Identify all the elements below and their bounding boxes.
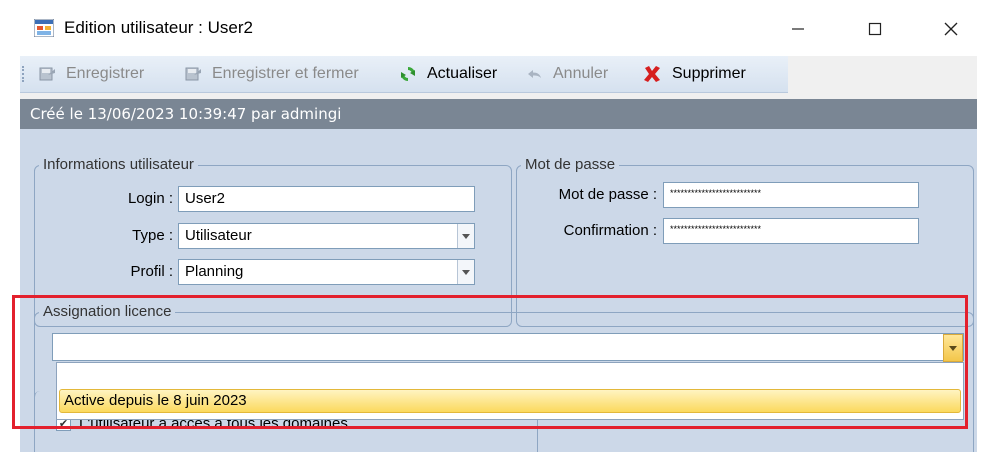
confirmation-label: Confirmation :: [563, 222, 657, 239]
login-field[interactable]: User2: [178, 186, 475, 212]
maximize-icon: [868, 22, 882, 36]
minimize-button[interactable]: [775, 14, 821, 44]
refresh-icon: [401, 67, 415, 81]
refresh-button[interactable]: Actualiser: [399, 56, 497, 92]
chevron-down-icon: [462, 233, 470, 239]
type-select[interactable]: Utilisateur: [178, 223, 475, 249]
refresh-label: Actualiser: [427, 65, 498, 82]
close-icon: [944, 22, 958, 36]
save-icon: [39, 67, 55, 81]
cancel-label: Annuler: [553, 65, 609, 82]
profil-select[interactable]: Planning: [178, 259, 475, 285]
save-button[interactable]: Enregistrer: [38, 56, 144, 92]
save-label: Enregistrer: [66, 65, 145, 82]
license-select[interactable]: [52, 333, 964, 362]
window-title: Edition utilisateur : User2: [64, 18, 253, 37]
confirmation-field[interactable]: **************************: [663, 218, 919, 244]
created-info-bar: Créé le 13/06/2023 10:39:47 par admingi: [20, 99, 977, 129]
save-close-icon: [185, 67, 201, 81]
password-field[interactable]: **************************: [663, 182, 919, 208]
save-and-close-label: Enregistrer et fermer: [212, 65, 359, 82]
app-window-icon: [34, 19, 54, 37]
license-dropdown-button[interactable]: [943, 334, 963, 362]
license-legend: Assignation licence: [39, 303, 176, 320]
maximize-button[interactable]: [852, 14, 898, 44]
type-dropdown-button[interactable]: [457, 224, 474, 248]
close-button[interactable]: [928, 14, 974, 44]
profil-dropdown-button[interactable]: [457, 260, 474, 284]
edit-user-window: Edition utilisateur : User2 Enregistrer: [20, 0, 977, 452]
cancel-button[interactable]: Annuler: [525, 56, 608, 92]
toolbar-grip[interactable]: [22, 66, 27, 82]
license-option[interactable]: Active depuis le 8 juin 2023: [59, 389, 961, 413]
delete-icon: [644, 66, 660, 82]
toolbar: Enregistrer Enregistrer et fermer Actual…: [20, 56, 788, 93]
type-select-value: Utilisateur: [185, 227, 252, 244]
password-label: Mot de passe :: [558, 186, 657, 203]
license-dropdown-list: Active depuis le 8 juin 2023: [56, 362, 964, 420]
password-legend: Mot de passe: [521, 156, 620, 173]
login-label: Login :: [127, 190, 173, 207]
chevron-down-icon: [949, 345, 957, 351]
delete-button[interactable]: Supprimer: [642, 56, 746, 92]
minimize-icon: [792, 28, 804, 30]
type-label: Type :: [132, 227, 173, 244]
delete-label: Supprimer: [672, 65, 746, 82]
profil-label: Profil :: [130, 263, 173, 280]
chevron-down-icon: [462, 269, 470, 275]
undo-icon: [528, 70, 541, 78]
save-and-close-button[interactable]: Enregistrer et fermer: [184, 56, 359, 92]
title-bar: Edition utilisateur : User2: [20, 0, 977, 56]
password-group: Mot de passe Mot de passe : ************…: [516, 156, 974, 327]
user-info-legend: Informations utilisateur: [39, 156, 198, 173]
profil-select-value: Planning: [185, 263, 244, 280]
